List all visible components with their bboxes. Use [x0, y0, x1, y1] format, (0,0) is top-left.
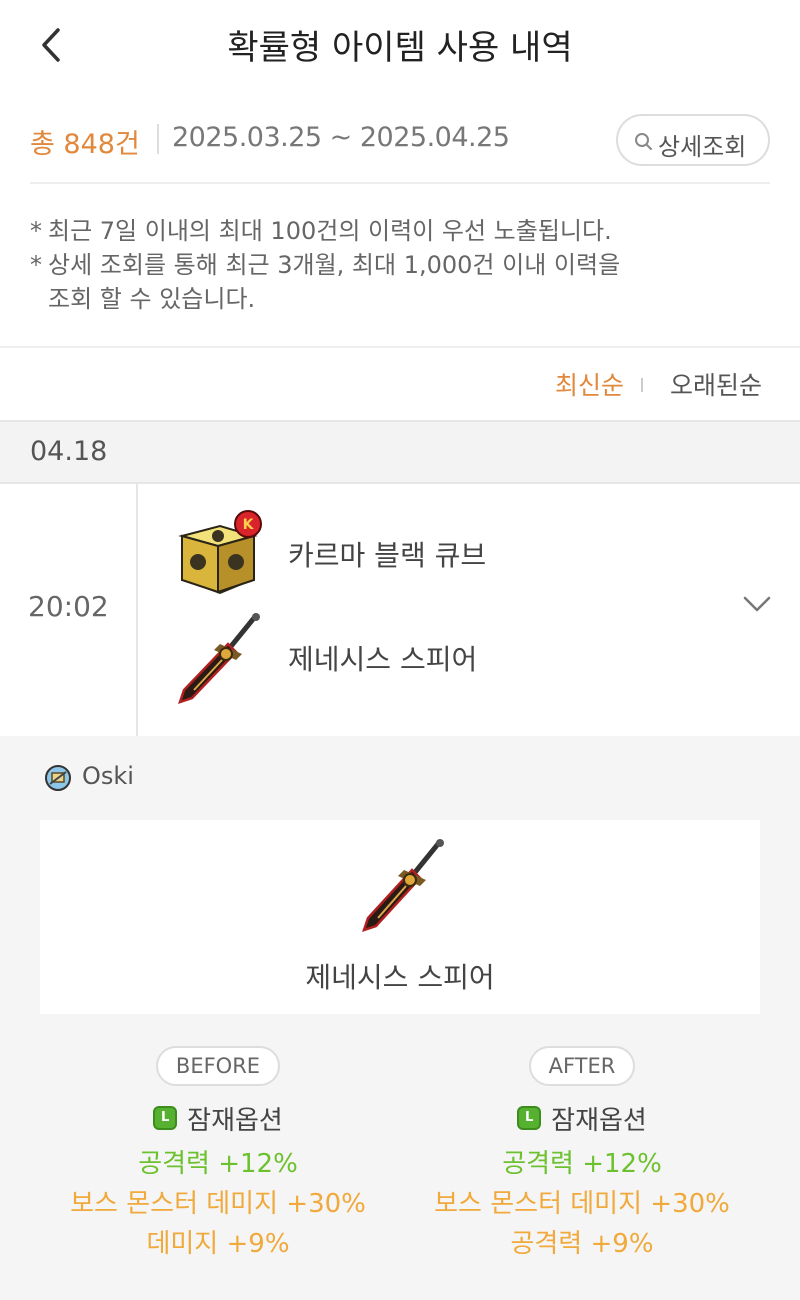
notice-text: 상세 조회를 통해 최근 3개월, 최대 1,000건 이내 이력을 — [48, 251, 621, 279]
summary-bar: 총 848건 2025.03.25 ~ 2025.04.25 상세조회 — [30, 108, 770, 170]
black-cube-icon: K — [178, 510, 262, 594]
option-line: 보스 몬스터 데미지 +30% — [434, 1189, 730, 1219]
sort-oldest[interactable]: 오래된순 — [670, 366, 762, 402]
sort-newest[interactable]: 최신순 — [555, 366, 624, 402]
spear-icon — [362, 839, 444, 932]
date-range: 2025.03.25 ~ 2025.04.25 — [172, 122, 510, 153]
divider — [30, 182, 770, 184]
search-icon — [635, 133, 652, 150]
option-list: 공격력 +12% 보스 몬스터 데미지 +30% 데미지 +9% — [18, 1144, 418, 1264]
option-line: 공격력 +12% — [138, 1149, 298, 1179]
option-list: 공격력 +12% 보스 몬스터 데미지 +30% 공격력 +9% — [382, 1144, 782, 1264]
total-count: 총 848건 — [30, 129, 140, 160]
potential-header: L 잠재옵션 — [18, 1102, 418, 1136]
page-title: 확률형 아이템 사용 내역 — [227, 28, 573, 68]
character-name: Oski — [82, 762, 134, 790]
legendary-grade-icon: L — [153, 1106, 178, 1130]
record-time: 20:02 — [28, 590, 109, 623]
legendary-grade-icon: L — [517, 1106, 542, 1130]
before-column: BEFORE L 잠재옵션 공격력 +12% 보스 몬스터 데미지 +30% 데… — [18, 1046, 418, 1264]
target-item: 제네시스 스피어 — [170, 610, 730, 706]
header: 확률형 아이템 사용 내역 — [0, 0, 800, 90]
spear-icon — [178, 613, 260, 704]
potential-label: 잠재옵션 — [551, 1105, 647, 1136]
svg-text:K: K — [243, 517, 255, 533]
notice-item: 최근 7일 이내의 최대 100건의 이력이 우선 노출됩니다. — [30, 214, 770, 248]
option-line: 공격력 +9% — [510, 1229, 654, 1259]
before-label: BEFORE — [155, 1046, 281, 1086]
potential-header: L 잠재옵션 — [382, 1102, 782, 1136]
potential-label: 잠재옵션 — [187, 1105, 283, 1136]
used-item: K 카르마 블랙 큐브 — [170, 506, 730, 602]
after-label: AFTER — [528, 1046, 636, 1086]
notice-item: 상세 조회를 통해 최근 3개월, 최대 1,000건 이내 이력을 조회 할 … — [30, 248, 770, 316]
option-line: 보스 몬스터 데미지 +30% — [70, 1189, 366, 1219]
chevron-down-icon[interactable] — [742, 594, 772, 614]
divider — [157, 124, 159, 154]
item-card-name: 제네시스 스피어 — [305, 961, 495, 994]
notice-list: 최근 7일 이내의 최대 100건의 이력이 우선 노출됩니다. 상세 조회를 … — [30, 214, 770, 316]
item-card: 제네시스 스피어 — [40, 820, 760, 1014]
divider — [641, 378, 643, 392]
option-line: 공격력 +12% — [502, 1149, 662, 1179]
divider — [136, 484, 138, 736]
after-column: AFTER L 잠재옵션 공격력 +12% 보스 몬스터 데미지 +30% 공격… — [382, 1046, 782, 1264]
character-avatar-icon — [45, 765, 71, 791]
usage-record[interactable]: 20:02 K 카르마 블랙 큐브 제네시스 스피어 — [0, 484, 800, 736]
target-item-name: 제네시스 스피어 — [288, 643, 478, 676]
record-detail-panel: Oski 제네시스 스피어 BEFORE L 잠재옵션 공격력 +12% 보스 … — [0, 736, 800, 1300]
used-item-name: 카르마 블랙 큐브 — [288, 539, 487, 572]
option-line: 데미지 +9% — [146, 1229, 290, 1259]
date-label: 04.18 — [30, 436, 108, 467]
detail-search-button[interactable]: 상세조회 — [616, 114, 770, 166]
notice-text: 조회 할 수 있습니다. — [48, 285, 256, 313]
detail-search-label: 상세조회 — [658, 133, 747, 161]
date-group-header: 04.18 — [0, 422, 800, 484]
sort-bar: 최신순 오래된순 — [0, 346, 800, 422]
